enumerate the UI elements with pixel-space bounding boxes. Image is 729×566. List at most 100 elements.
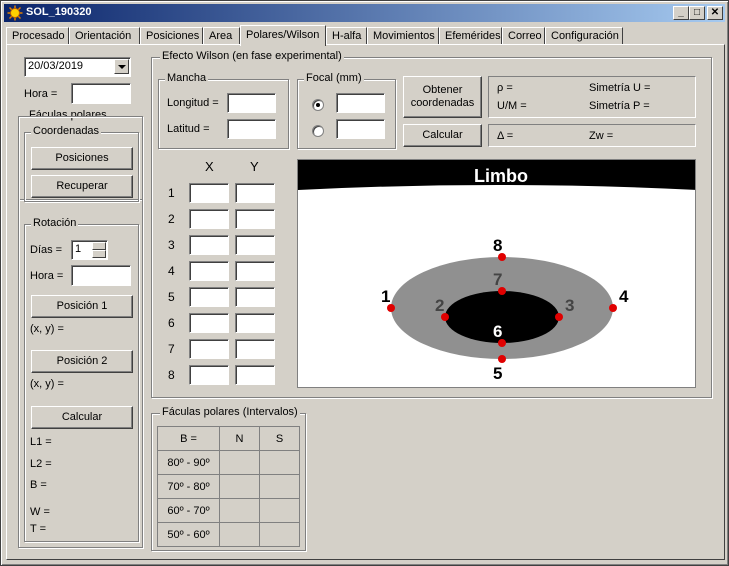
- focal-label: Focal (mm): [304, 72, 364, 84]
- n-cell: [219, 474, 260, 499]
- result-l2: L2 =: [30, 458, 52, 470]
- longitud-input[interactable]: [227, 93, 276, 113]
- posicion-2-label: Posición 2: [56, 355, 108, 367]
- limbo-point-label: 8: [493, 236, 502, 255]
- chevron-down-icon[interactable]: [114, 59, 129, 74]
- col-x-header: X: [205, 159, 214, 174]
- spin-up-icon[interactable]: [92, 242, 106, 250]
- row-label: 6: [168, 316, 175, 330]
- maximize-button[interactable]: □: [689, 6, 705, 20]
- window-title: SOL_190320: [26, 6, 92, 18]
- dias-stepper[interactable]: 1: [71, 240, 108, 260]
- y-input[interactable]: [235, 235, 275, 255]
- table-row: 80º - 90º: [157, 450, 300, 475]
- tab-movimientos[interactable]: Movimientos: [367, 27, 439, 45]
- limbo-point-label: 7: [493, 270, 502, 289]
- obtener-label-2: coordenadas: [410, 97, 475, 109]
- hora2-label: Hora =: [30, 270, 64, 282]
- col-y-header: Y: [250, 159, 259, 174]
- calcular-wilson-button[interactable]: Calcular: [403, 124, 482, 147]
- posiciones-button-label: Posiciones: [55, 152, 109, 164]
- maximize-icon: □: [693, 7, 701, 18]
- focal-radio-1[interactable]: [312, 99, 324, 111]
- s-cell: [259, 498, 300, 523]
- limbo-point-label: 6: [493, 322, 502, 341]
- calcular-rotacion-label: Calcular: [61, 411, 103, 423]
- x-input[interactable]: [189, 313, 229, 333]
- xy2-label: (x, y) =: [30, 378, 64, 390]
- title-bar[interactable]: SOL_190320 _ □ ✕: [4, 4, 725, 22]
- um-label: U/M =: [497, 100, 527, 112]
- x-input[interactable]: [189, 209, 229, 229]
- y-input[interactable]: [235, 365, 275, 385]
- x-input[interactable]: [189, 261, 229, 281]
- x-input[interactable]: [189, 287, 229, 307]
- x-input[interactable]: [189, 339, 229, 359]
- posicion-2-button[interactable]: Posición 2: [31, 350, 133, 373]
- y-input[interactable]: [235, 209, 275, 229]
- recuperar-button-label: Recuperar: [56, 180, 108, 192]
- header-b: B =: [157, 426, 220, 451]
- wilson-results-box: ρ = Simetría U = U/M = Simetría P =: [488, 76, 696, 118]
- latitud-label: Latitud =: [167, 123, 210, 135]
- x-input[interactable]: [189, 365, 229, 385]
- mancha-group: Mancha Longitud = Latitud =: [158, 72, 289, 149]
- zw-label: Zw =: [589, 130, 614, 142]
- tab-polares-wilson[interactable]: Polares/Wilson: [240, 25, 326, 46]
- tab-efemerides[interactable]: Efemérides: [439, 27, 502, 45]
- calcular-rotacion-button[interactable]: Calcular: [31, 406, 133, 429]
- posicion-1-label: Posición 1: [56, 300, 108, 312]
- spin-down-icon[interactable]: [92, 250, 106, 258]
- minimize-icon: _: [678, 7, 684, 18]
- focal-input-1[interactable]: [336, 93, 385, 113]
- tab-orientacion[interactable]: Orientación: [69, 27, 140, 45]
- x-input[interactable]: [189, 235, 229, 255]
- posiciones-button[interactable]: Posiciones: [31, 147, 133, 170]
- tab-procesado[interactable]: Procesado: [6, 27, 69, 45]
- range-cell: 60º - 70º: [157, 498, 220, 523]
- minimize-button[interactable]: _: [673, 6, 689, 20]
- date-combo[interactable]: 20/03/2019: [24, 57, 131, 77]
- x-input[interactable]: [189, 183, 229, 203]
- y-input[interactable]: [235, 287, 275, 307]
- tab-configuracion[interactable]: Configuración: [545, 27, 623, 45]
- latitud-input[interactable]: [227, 119, 276, 139]
- hora2-input[interactable]: [71, 265, 131, 286]
- result-w: W =: [30, 506, 50, 518]
- longitud-label: Longitud =: [167, 97, 219, 109]
- efecto-wilson-label: Efecto Wilson (en fase experimental): [160, 50, 344, 62]
- result-b: B =: [30, 479, 47, 491]
- posicion-1-button[interactable]: Posición 1: [31, 295, 133, 318]
- dias-value: 1: [75, 243, 82, 255]
- tab-area[interactable]: Area: [203, 27, 240, 45]
- row-label: 5: [168, 290, 175, 304]
- close-button[interactable]: ✕: [707, 6, 723, 20]
- y-input[interactable]: [235, 261, 275, 281]
- tab-posiciones[interactable]: Posiciones: [140, 27, 203, 45]
- limbo-title: Limbo: [474, 166, 528, 186]
- s-cell: [259, 474, 300, 499]
- range-cell: 80º - 90º: [157, 450, 220, 475]
- focal-radio-2[interactable]: [312, 125, 324, 137]
- limbo-point-label: 5: [493, 364, 502, 383]
- table-header-row: B = N S: [157, 426, 300, 451]
- y-input[interactable]: [235, 183, 275, 203]
- faculas-polares-label: Fáculas polares: [27, 109, 109, 121]
- recuperar-button[interactable]: Recuperar: [31, 175, 133, 198]
- header-n: N: [219, 426, 260, 451]
- close-icon: ✕: [710, 7, 720, 18]
- header-s: S: [259, 426, 300, 451]
- hora-input[interactable]: [71, 83, 131, 104]
- y-input[interactable]: [235, 339, 275, 359]
- limbo-point-label: 2: [435, 296, 444, 315]
- focal-input-2[interactable]: [336, 119, 385, 139]
- y-input[interactable]: [235, 313, 275, 333]
- limbo-point-3: [555, 313, 563, 321]
- simetria-p-label: Simetría P =: [589, 100, 650, 112]
- limbo-point-5: [498, 355, 506, 363]
- obtener-coordenadas-button[interactable]: Obtener coordenadas: [403, 76, 482, 118]
- simetria-u-label: Simetría U =: [589, 82, 651, 94]
- tab-correo[interactable]: Correo: [502, 27, 545, 45]
- calcular-wilson-label: Calcular: [422, 129, 463, 141]
- tab-h-alfa[interactable]: H-alfa: [326, 27, 367, 45]
